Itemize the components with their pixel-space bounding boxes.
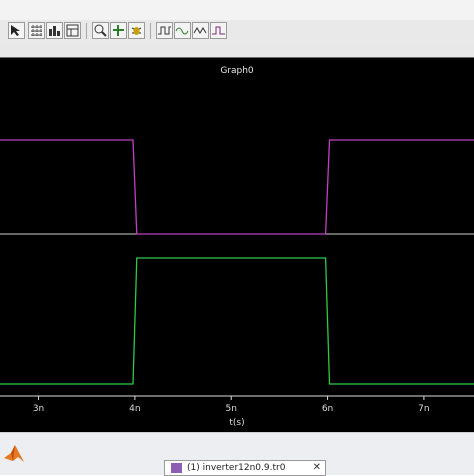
waveform-chart: 3n 4n 5n 6n 7n — [0, 139, 474, 414]
select-arrow-icon[interactable] — [8, 22, 25, 39]
toolbar-separator — [150, 23, 151, 39]
zoom-fit-icon[interactable] — [92, 22, 109, 39]
graph-header-strip — [0, 42, 474, 58]
bug-icon[interactable] — [128, 22, 145, 39]
x-tick-label: 6n — [322, 404, 333, 414]
bar-chart-icon[interactable] — [46, 22, 63, 39]
toolbar — [0, 20, 474, 43]
waveform-plot[interactable]: Graph0 3n 4n 5n 6n 7n t(s) — [0, 58, 474, 432]
x-axis-label: t(s) — [229, 418, 245, 428]
panel-icon[interactable] — [64, 22, 81, 39]
window-title-strip — [0, 0, 474, 20]
close-icon[interactable]: ✕ — [313, 462, 321, 473]
matlab-icon[interactable] — [2, 442, 26, 466]
document-tab-label: (1) inverter12n0.9.tr0 — [187, 463, 286, 473]
x-tick-label: 5n — [226, 404, 237, 414]
series-line-1 — [0, 139, 474, 235]
series-line-2 — [0, 257, 474, 385]
toolbar-separator — [86, 23, 87, 39]
grid-icon[interactable] — [28, 22, 45, 39]
x-tick-label: 3n — [33, 404, 44, 414]
wave-measure-icon[interactable] — [156, 22, 173, 39]
wave-compare-icon[interactable] — [174, 22, 191, 39]
wave-add-icon[interactable] — [192, 22, 209, 39]
wave-delete-icon[interactable] — [210, 22, 227, 39]
x-tick-label: 7n — [418, 404, 429, 414]
taskbar: (1) inverter12n0.9.tr0 ✕ — [0, 432, 474, 476]
waveform-file-icon — [171, 463, 182, 473]
cursor-settings-icon[interactable] — [110, 22, 127, 39]
x-tick-label: 4n — [129, 404, 140, 414]
